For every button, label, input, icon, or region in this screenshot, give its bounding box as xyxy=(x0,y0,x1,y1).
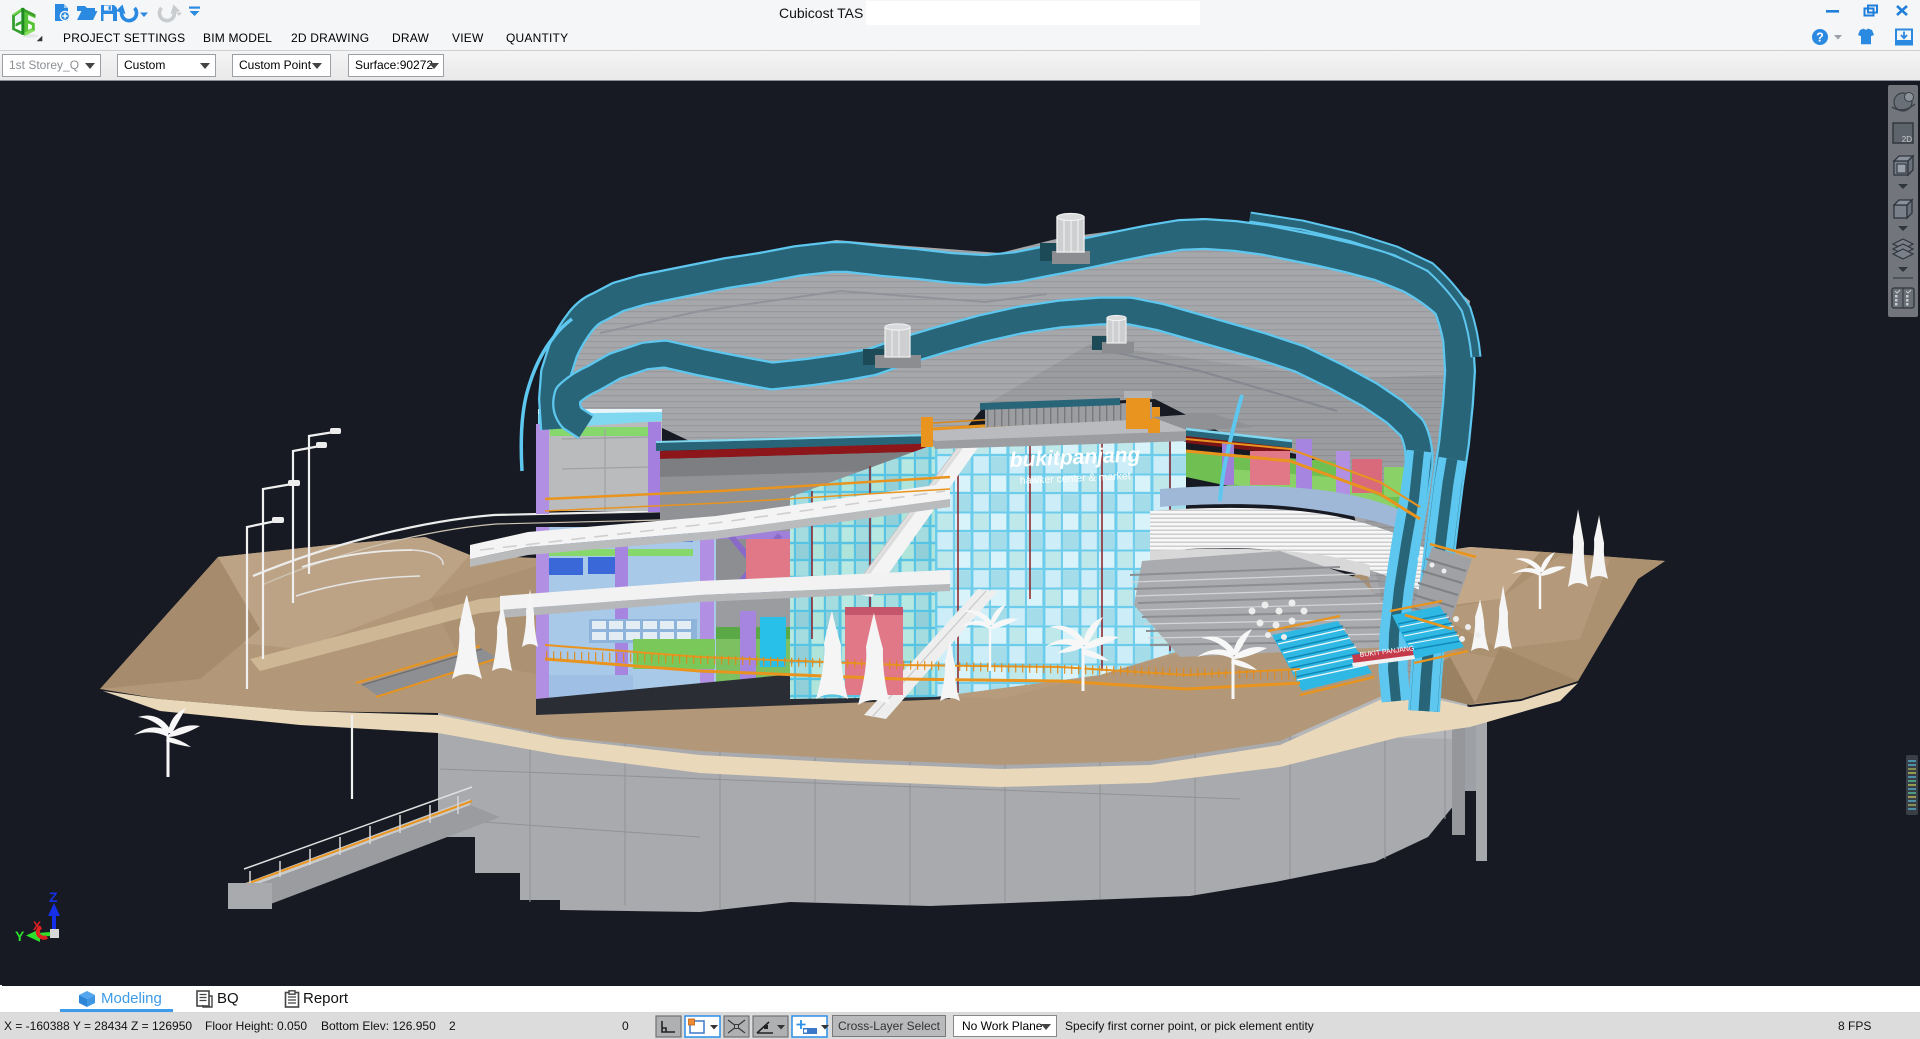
svg-text:Y: Y xyxy=(15,928,25,944)
svg-text:2D: 2D xyxy=(1902,135,1912,144)
svg-text:X: X xyxy=(33,919,41,933)
svg-text:Z: Z xyxy=(49,889,58,905)
svg-text:?: ? xyxy=(1816,31,1824,45)
